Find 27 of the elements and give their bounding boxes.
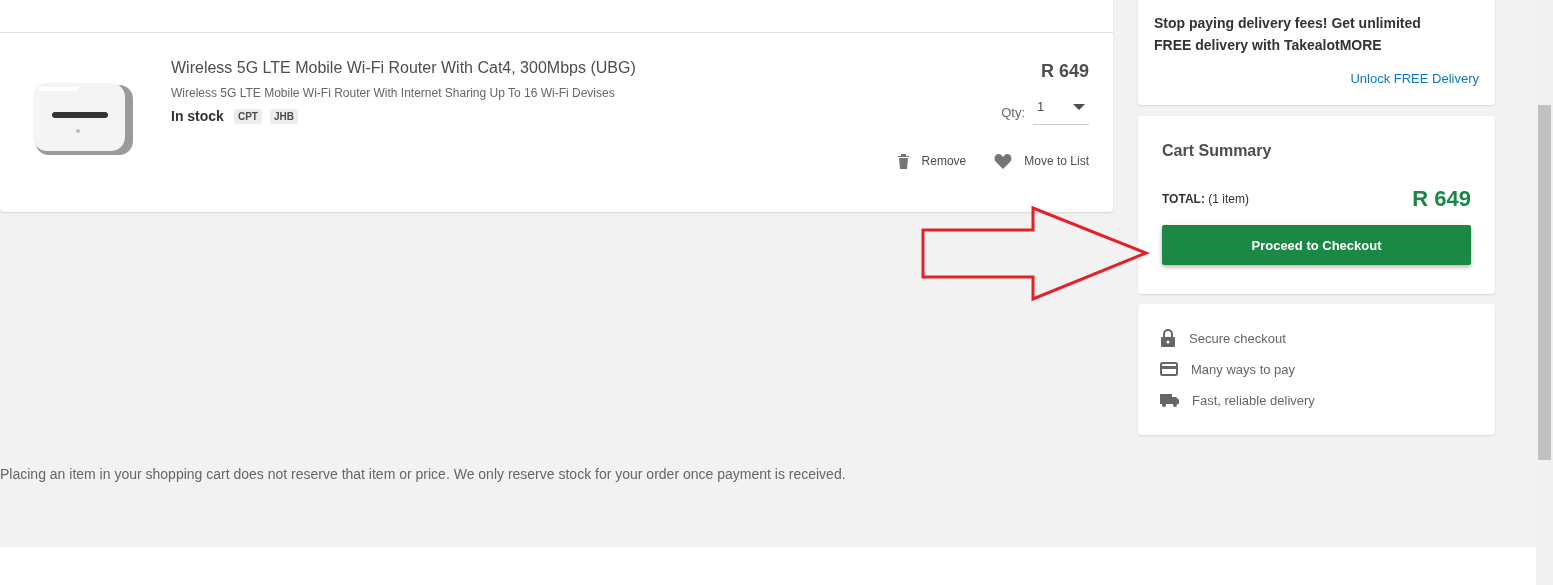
checkout-button[interactable]: Proceed to Checkout: [1162, 225, 1471, 265]
qty-label: Qty:: [1001, 104, 1025, 120]
disclaimer-text: Placing an item in your shopping cart does not reserve that item or price. We only reserve stock for your order once payment is received.: [0, 466, 847, 482]
product-subtitle: Wireless 5G LTE Mobile Wi-Fi Router With Internet Sharing Up To 16 Wi-Fi Devises: [171, 86, 616, 100]
unlock-delivery-link[interactable]: Unlock FREE Delivery: [1350, 71, 1479, 86]
total-price: R 649: [1412, 186, 1471, 212]
credit-card-icon: [1160, 362, 1178, 376]
heart-icon: [994, 153, 1013, 169]
trust-text: Many ways to pay: [1191, 361, 1296, 377]
move-to-list-button[interactable]: Move to List: [994, 153, 1089, 169]
total-label: TOTAL: (1 item): [1162, 192, 1249, 206]
item-price: R 649: [1040, 61, 1089, 82]
warehouse-tag: JHB: [269, 108, 298, 124]
warehouse-tag: CPT: [233, 108, 262, 124]
caret-icon: [1073, 103, 1085, 110]
promo-text: Stop paying delivery fees! Get unlimited FREE delivery with TakealotMORE: [1154, 14, 1422, 55]
truck-icon: [1160, 393, 1179, 407]
trash-icon: [896, 153, 910, 169]
scrollbar-thumb[interactable]: [1538, 105, 1551, 460]
trust-text: Secure checkout: [1189, 330, 1286, 346]
lock-icon: [1160, 329, 1176, 347]
trust-text: Fast, reliable delivery: [1192, 392, 1315, 408]
product-title[interactable]: Wireless 5G LTE Mobile Wi-Fi Router With Cat4, 300Mbps (UBG): [171, 59, 897, 77]
stock-status: In stock: [171, 108, 224, 124]
summary-title: Cart Summary: [1162, 142, 1273, 160]
qty-select[interactable]: 1: [1033, 99, 1089, 125]
remove-button[interactable]: Remove: [896, 153, 967, 169]
